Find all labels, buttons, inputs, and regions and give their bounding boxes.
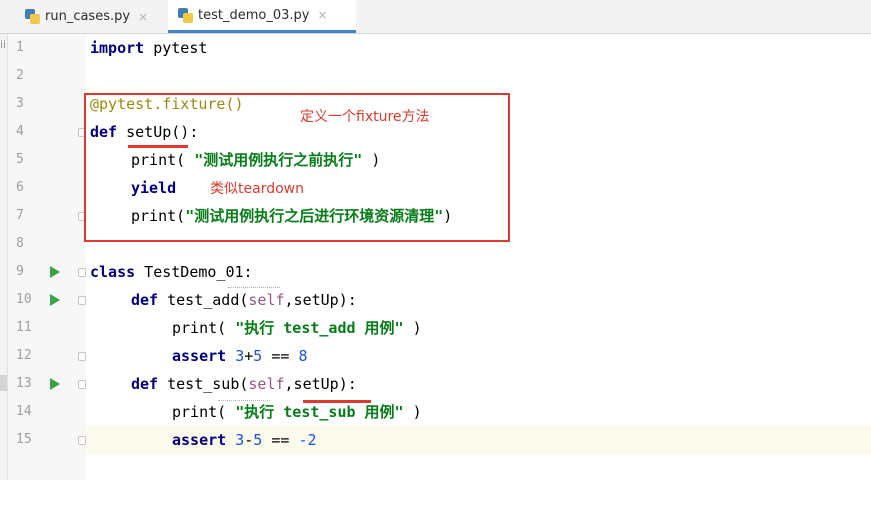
run-test-add-icon[interactable] bbox=[50, 294, 60, 306]
fold-icon[interactable] bbox=[78, 296, 86, 305]
line-number-gutter: 1 2 3 4 5 6 7 8 9 10 11 12 13 14 15 bbox=[8, 34, 86, 480]
tab-test-demo-03[interactable]: test_demo_03.py × bbox=[168, 0, 356, 33]
annotation-yield-note: 类似teardown bbox=[210, 181, 304, 197]
line-number: 11 bbox=[16, 320, 32, 335]
annotation-underline-setup-param bbox=[303, 400, 371, 403]
keyword: def bbox=[131, 375, 159, 393]
code-text: TestDemo_01: bbox=[135, 263, 253, 281]
line-number: 12 bbox=[16, 348, 32, 363]
code-line[interactable]: print( "执行 test_sub 用例" ) bbox=[86, 398, 871, 426]
left-tool-strip: ii bbox=[0, 34, 8, 480]
editor-tab-bar: run_cases.py × test_demo_03.py × bbox=[0, 0, 871, 34]
python-file-icon bbox=[178, 7, 193, 23]
code-line[interactable]: print( "执行 test_add 用例" ) bbox=[86, 314, 871, 342]
line-number: 5 bbox=[16, 152, 24, 167]
close-icon[interactable]: × bbox=[138, 10, 148, 24]
strip-label: ii bbox=[0, 38, 7, 51]
annotation-box bbox=[84, 93, 510, 242]
self-param: self bbox=[248, 291, 285, 309]
keyword: assert bbox=[172, 431, 227, 449]
operator: == bbox=[262, 431, 299, 449]
python-file-icon bbox=[25, 9, 40, 24]
tab-label: run_cases.py bbox=[45, 9, 131, 24]
keyword: def bbox=[131, 291, 159, 309]
number-literal: 8 bbox=[298, 347, 308, 365]
code-text: ,setUp): bbox=[284, 291, 357, 309]
string-literal: "执行 test_add 用例" bbox=[226, 319, 413, 337]
line-number: 7 bbox=[16, 208, 24, 223]
spell-check-underline bbox=[218, 398, 270, 401]
code-line[interactable]: import pytest bbox=[86, 34, 871, 62]
line-number: 6 bbox=[16, 180, 24, 195]
line-number: 1 bbox=[16, 40, 24, 55]
code-line[interactable]: def test_add(self,setUp): bbox=[86, 286, 871, 314]
fold-icon[interactable] bbox=[78, 268, 86, 277]
number-literal: 3 bbox=[226, 431, 245, 449]
strip-marker bbox=[0, 375, 7, 391]
line-number: 4 bbox=[16, 124, 24, 139]
keyword: class bbox=[90, 263, 136, 281]
tab-run-cases[interactable]: run_cases.py × bbox=[15, 0, 160, 33]
operator: == bbox=[262, 347, 299, 365]
line-number: 14 bbox=[16, 404, 32, 419]
code-text: print( bbox=[172, 403, 227, 421]
run-test-sub-icon[interactable] bbox=[50, 378, 60, 390]
operator: - bbox=[244, 431, 254, 449]
code-text: ) bbox=[412, 319, 422, 337]
annotation-fixture-note: 定义一个fixture方法 bbox=[300, 109, 430, 125]
line-number: 13 bbox=[16, 376, 32, 391]
fold-icon[interactable] bbox=[78, 436, 86, 445]
code-line[interactable]: def test_sub(self,setUp): bbox=[86, 370, 871, 398]
line-number: 3 bbox=[16, 96, 24, 111]
string-literal: "执行 test_sub 用例" bbox=[226, 403, 413, 421]
self-param: self bbox=[248, 375, 285, 393]
code-text: ) bbox=[412, 403, 422, 421]
code-line[interactable]: assert 3+5 == 8 bbox=[86, 342, 871, 370]
number-literal: 5 bbox=[253, 431, 263, 449]
code-text: print( bbox=[172, 319, 227, 337]
code-text: test_add( bbox=[158, 291, 249, 309]
operator: + bbox=[244, 347, 254, 365]
code-text: test_sub( bbox=[158, 375, 249, 393]
line-number: 15 bbox=[16, 432, 32, 447]
run-class-icon[interactable] bbox=[50, 266, 60, 278]
number-literal: -2 bbox=[298, 431, 317, 449]
spell-check-underline bbox=[228, 285, 280, 288]
line-number: 8 bbox=[16, 236, 24, 251]
line-number: 2 bbox=[16, 68, 24, 83]
code-text: ,setUp): bbox=[284, 375, 357, 393]
number-literal: 5 bbox=[253, 347, 263, 365]
annotation-underline-setup-def bbox=[128, 145, 188, 148]
code-line[interactable]: class TestDemo_01: bbox=[86, 258, 871, 286]
line-number: 10 bbox=[16, 292, 32, 307]
fold-icon[interactable] bbox=[78, 352, 86, 361]
code-line[interactable] bbox=[86, 62, 871, 90]
code-line-current[interactable]: assert 3-5 == -2 bbox=[86, 426, 871, 454]
keyword: assert bbox=[172, 347, 227, 365]
line-number: 9 bbox=[16, 264, 24, 279]
close-icon[interactable]: × bbox=[317, 8, 327, 22]
code-text: pytest bbox=[144, 39, 208, 57]
tab-label: test_demo_03.py bbox=[198, 7, 310, 23]
keyword: import bbox=[90, 39, 145, 57]
number-literal: 3 bbox=[226, 347, 245, 365]
fold-icon[interactable] bbox=[78, 380, 86, 389]
